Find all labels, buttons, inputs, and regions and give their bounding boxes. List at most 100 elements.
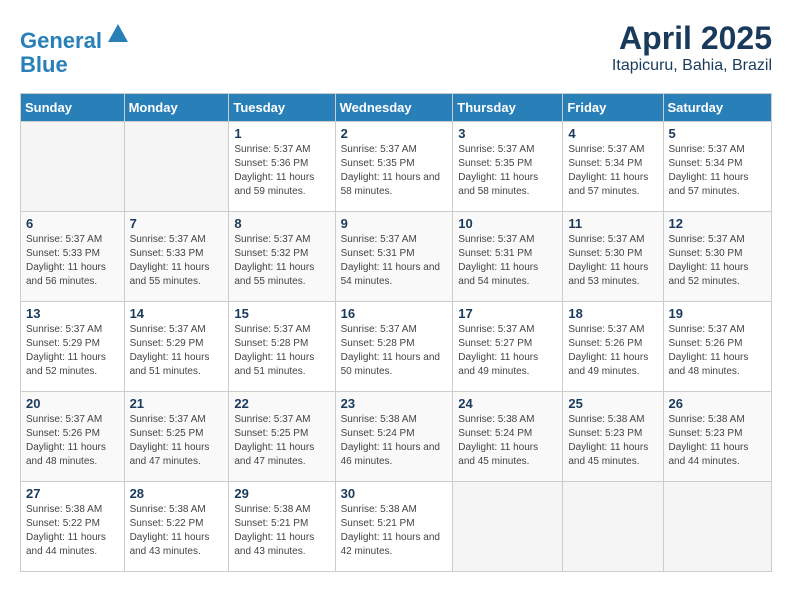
calendar-cell: 8 Sunrise: 5:37 AM Sunset: 5:32 PM Daylig…	[229, 212, 335, 302]
day-number: 24	[458, 396, 557, 411]
day-info: Sunrise: 5:38 AM Sunset: 5:21 PM Dayligh…	[341, 503, 448, 559]
day-number: 26	[669, 396, 767, 411]
day-number: 18	[568, 306, 657, 321]
calendar-cell: 28 Sunrise: 5:38 AM Sunset: 5:22 PM Dayli…	[124, 482, 229, 572]
calendar-cell: 10 Sunrise: 5:37 AM Sunset: 5:31 PM Dayli…	[453, 212, 563, 302]
day-number: 23	[341, 396, 448, 411]
day-info: Sunrise: 5:37 AM Sunset: 5:27 PM Dayligh…	[458, 323, 557, 379]
day-number: 10	[458, 216, 557, 231]
day-info: Sunrise: 5:37 AM Sunset: 5:33 PM Dayligh…	[26, 233, 119, 289]
header-monday: Monday	[124, 94, 229, 122]
day-info: Sunrise: 5:38 AM Sunset: 5:24 PM Dayligh…	[458, 413, 557, 469]
day-number: 20	[26, 396, 119, 411]
day-info: Sunrise: 5:37 AM Sunset: 5:29 PM Dayligh…	[130, 323, 224, 379]
calendar-cell: 1 Sunrise: 5:37 AM Sunset: 5:36 PM Daylig…	[229, 122, 335, 212]
calendar-cell	[21, 122, 125, 212]
calendar-cell: 6Sunrise: 5:37 AM Sunset: 5:33 PM Daylig…	[21, 212, 125, 302]
day-number: 25	[568, 396, 657, 411]
calendar-cell: 2Sunrise: 5:37 AM Sunset: 5:35 PM Daylig…	[335, 122, 453, 212]
day-number: 16	[341, 306, 448, 321]
day-info: Sunrise: 5:37 AM Sunset: 5:31 PM Dayligh…	[458, 233, 557, 289]
day-number: 11	[568, 216, 657, 231]
day-info: Sunrise: 5:37 AM Sunset: 5:34 PM Dayligh…	[669, 143, 767, 199]
day-number: 30	[341, 486, 448, 501]
calendar-cell: 5 Sunrise: 5:37 AM Sunset: 5:34 PM Daylig…	[663, 122, 772, 212]
calendar-cell: 16 Sunrise: 5:37 AM Sunset: 5:28 PM Dayli…	[335, 302, 453, 392]
calendar-cell: 22 Sunrise: 5:37 AM Sunset: 5:25 PM Dayli…	[229, 392, 335, 482]
header-thursday: Thursday	[453, 94, 563, 122]
day-number: 8	[234, 216, 329, 231]
day-number: 1	[234, 126, 329, 141]
day-number: 17	[458, 306, 557, 321]
week-row-1: 1 Sunrise: 5:37 AM Sunset: 5:36 PM Daylig…	[21, 122, 772, 212]
day-info: Sunrise: 5:37 AM Sunset: 5:34 PM Dayligh…	[568, 143, 657, 199]
day-number: 19	[669, 306, 767, 321]
day-info: Sunrise: 5:37 AM Sunset: 5:28 PM Dayligh…	[341, 323, 448, 379]
calendar-cell: 7Sunrise: 5:37 AM Sunset: 5:33 PM Daylig…	[124, 212, 229, 302]
day-number: 2	[341, 126, 448, 141]
day-number: 28	[130, 486, 224, 501]
day-info: Sunrise: 5:37 AM Sunset: 5:25 PM Dayligh…	[234, 413, 329, 469]
header-wednesday: Wednesday	[335, 94, 453, 122]
day-number: 7	[130, 216, 224, 231]
day-info: Sunrise: 5:37 AM Sunset: 5:30 PM Dayligh…	[568, 233, 657, 289]
calendar-subtitle: Itapicuru, Bahia, Brazil	[612, 57, 772, 75]
calendar-cell	[124, 122, 229, 212]
logo: General Blue	[20, 20, 132, 77]
day-info: Sunrise: 5:38 AM Sunset: 5:23 PM Dayligh…	[669, 413, 767, 469]
week-row-5: 27 Sunrise: 5:38 AM Sunset: 5:22 PM Dayli…	[21, 482, 772, 572]
day-number: 22	[234, 396, 329, 411]
header-saturday: Saturday	[663, 94, 772, 122]
calendar-cell: 27 Sunrise: 5:38 AM Sunset: 5:22 PM Dayli…	[21, 482, 125, 572]
day-number: 21	[130, 396, 224, 411]
day-info: Sunrise: 5:38 AM Sunset: 5:22 PM Dayligh…	[26, 503, 119, 559]
calendar-cell: 26 Sunrise: 5:38 AM Sunset: 5:23 PM Dayli…	[663, 392, 772, 482]
day-info: Sunrise: 5:38 AM Sunset: 5:23 PM Dayligh…	[568, 413, 657, 469]
calendar-cell: 17 Sunrise: 5:37 AM Sunset: 5:27 PM Dayli…	[453, 302, 563, 392]
header-row: SundayMondayTuesdayWednesdayThursdayFrid…	[21, 94, 772, 122]
calendar-cell: 4Sunrise: 5:37 AM Sunset: 5:34 PM Daylig…	[563, 122, 663, 212]
day-info: Sunrise: 5:37 AM Sunset: 5:29 PM Dayligh…	[26, 323, 119, 379]
calendar-cell: 3Sunrise: 5:37 AM Sunset: 5:35 PM Daylig…	[453, 122, 563, 212]
day-info: Sunrise: 5:37 AM Sunset: 5:36 PM Dayligh…	[234, 143, 329, 199]
day-info: Sunrise: 5:38 AM Sunset: 5:21 PM Dayligh…	[234, 503, 329, 559]
day-number: 9	[341, 216, 448, 231]
day-info: Sunrise: 5:37 AM Sunset: 5:26 PM Dayligh…	[568, 323, 657, 379]
week-row-4: 20 Sunrise: 5:37 AM Sunset: 5:26 PM Dayli…	[21, 392, 772, 482]
calendar-cell: 12 Sunrise: 5:37 AM Sunset: 5:30 PM Dayli…	[663, 212, 772, 302]
calendar-cell	[663, 482, 772, 572]
calendar-table: SundayMondayTuesdayWednesdayThursdayFrid…	[20, 93, 772, 572]
header-sunday: Sunday	[21, 94, 125, 122]
calendar-cell: 9 Sunrise: 5:37 AM Sunset: 5:31 PM Daylig…	[335, 212, 453, 302]
calendar-cell: 14Sunrise: 5:37 AM Sunset: 5:29 PM Dayli…	[124, 302, 229, 392]
day-info: Sunrise: 5:37 AM Sunset: 5:26 PM Dayligh…	[26, 413, 119, 469]
calendar-cell: 15 Sunrise: 5:37 AM Sunset: 5:28 PM Dayli…	[229, 302, 335, 392]
day-number: 27	[26, 486, 119, 501]
day-info: Sunrise: 5:37 AM Sunset: 5:31 PM Dayligh…	[341, 233, 448, 289]
day-number: 5	[669, 126, 767, 141]
page-header: General Blue April 2025 Itapicuru, Bahia…	[20, 20, 772, 77]
calendar-cell: 20 Sunrise: 5:37 AM Sunset: 5:26 PM Dayli…	[21, 392, 125, 482]
calendar-cell: 25 Sunrise: 5:38 AM Sunset: 5:23 PM Dayli…	[563, 392, 663, 482]
calendar-cell	[563, 482, 663, 572]
day-number: 3	[458, 126, 557, 141]
title-block: April 2025 Itapicuru, Bahia, Brazil	[612, 20, 772, 75]
calendar-cell: 11 Sunrise: 5:37 AM Sunset: 5:30 PM Dayli…	[563, 212, 663, 302]
calendar-cell: 24 Sunrise: 5:38 AM Sunset: 5:24 PM Dayli…	[453, 392, 563, 482]
calendar-cell: 21 Sunrise: 5:37 AM Sunset: 5:25 PM Dayli…	[124, 392, 229, 482]
day-number: 15	[234, 306, 329, 321]
logo-general: General	[20, 28, 102, 53]
header-friday: Friday	[563, 94, 663, 122]
day-info: Sunrise: 5:37 AM Sunset: 5:25 PM Dayligh…	[130, 413, 224, 469]
day-info: Sunrise: 5:37 AM Sunset: 5:30 PM Dayligh…	[669, 233, 767, 289]
calendar-cell: 23Sunrise: 5:38 AM Sunset: 5:24 PM Dayli…	[335, 392, 453, 482]
day-info: Sunrise: 5:37 AM Sunset: 5:28 PM Dayligh…	[234, 323, 329, 379]
day-number: 12	[669, 216, 767, 231]
logo-text: General Blue	[20, 20, 132, 77]
day-info: Sunrise: 5:37 AM Sunset: 5:26 PM Dayligh…	[669, 323, 767, 379]
day-info: Sunrise: 5:38 AM Sunset: 5:22 PM Dayligh…	[130, 503, 224, 559]
day-info: Sunrise: 5:37 AM Sunset: 5:32 PM Dayligh…	[234, 233, 329, 289]
logo-icon	[104, 20, 132, 48]
calendar-title: April 2025	[612, 20, 772, 57]
header-tuesday: Tuesday	[229, 94, 335, 122]
